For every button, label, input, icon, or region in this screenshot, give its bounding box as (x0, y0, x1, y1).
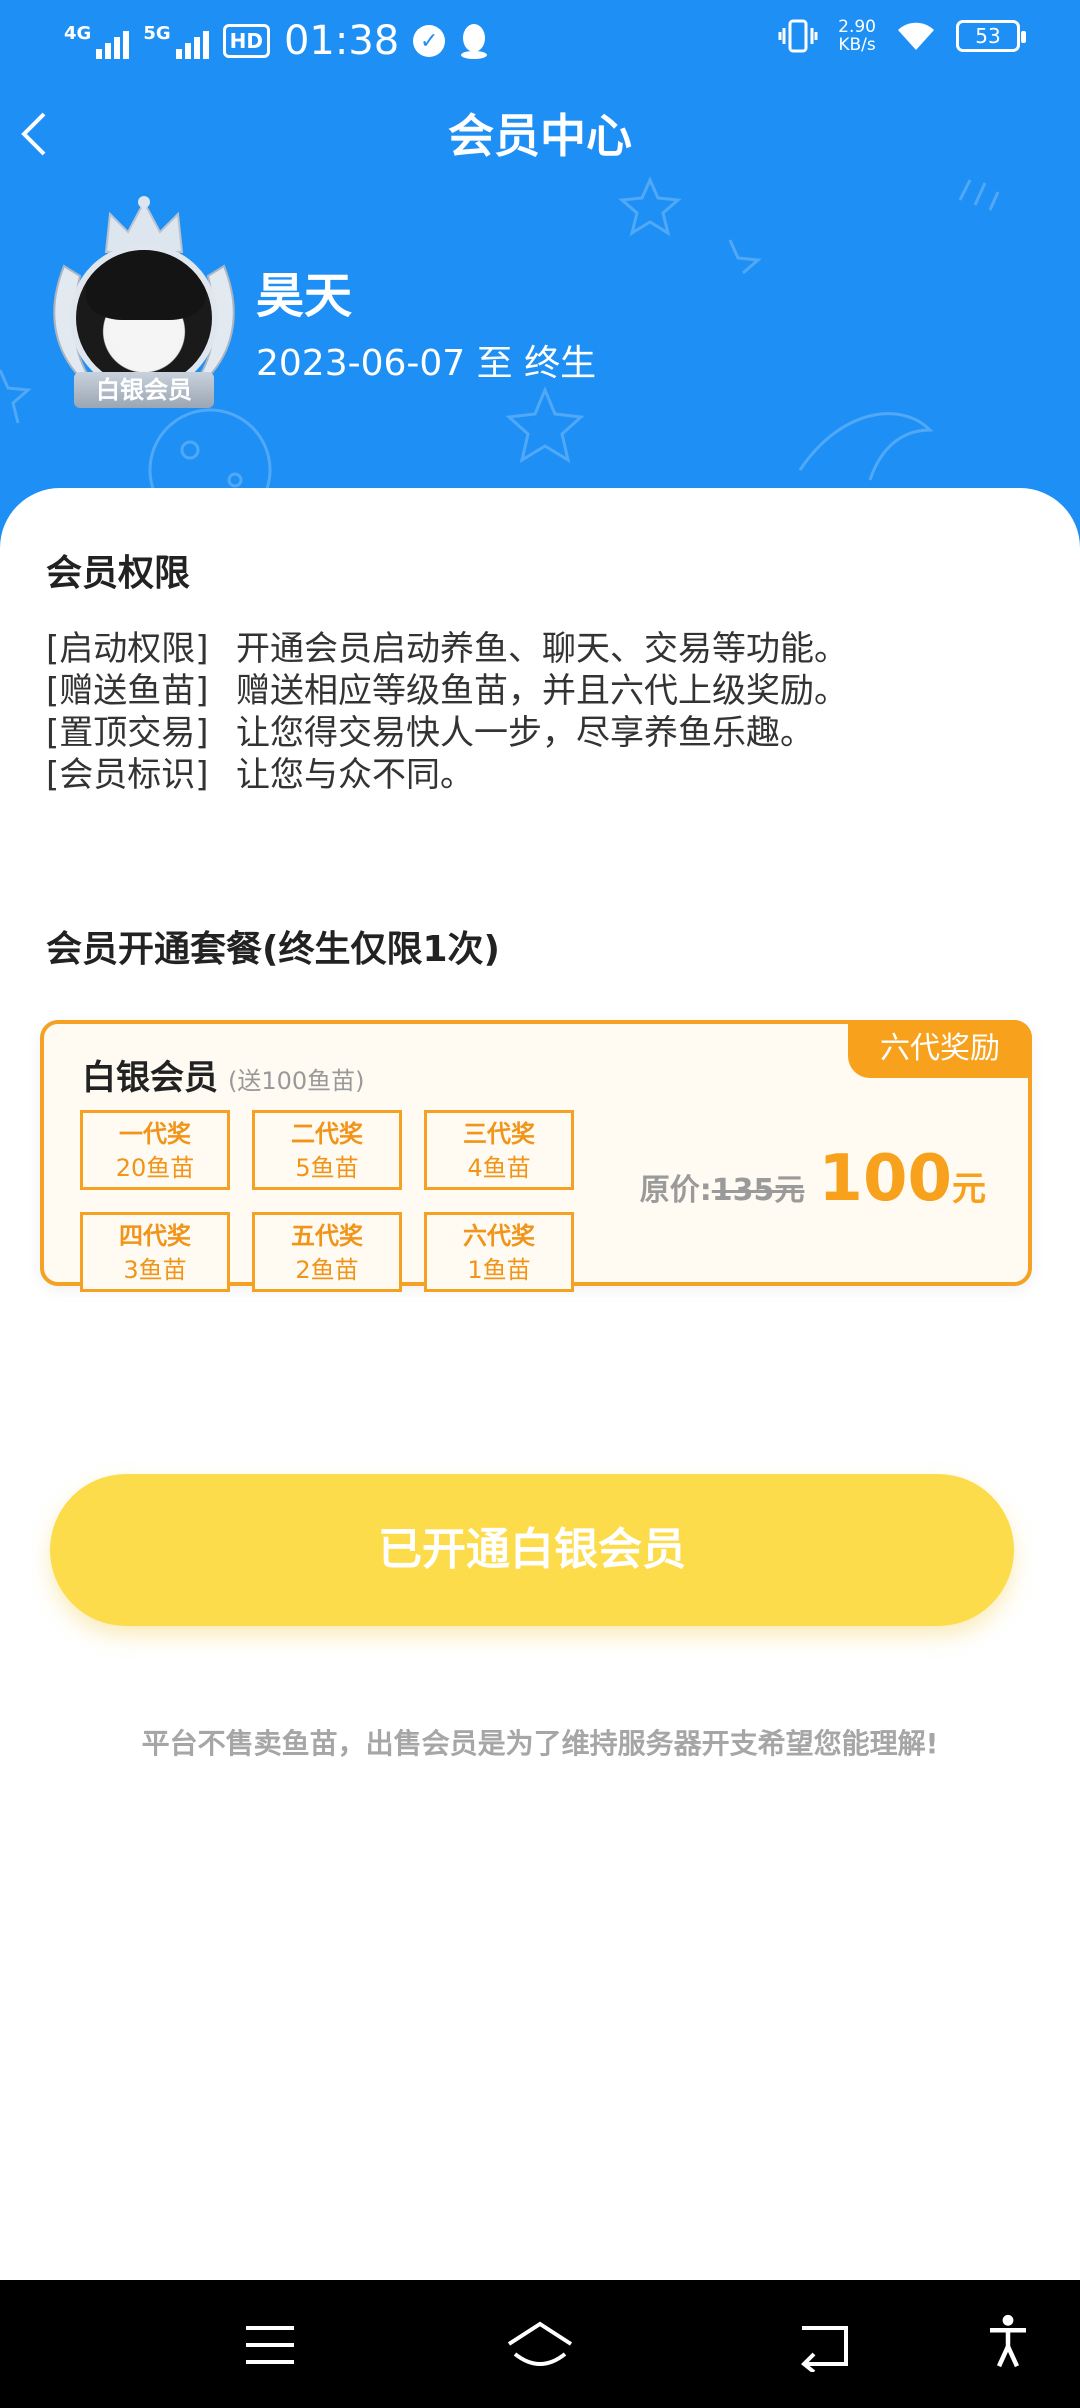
reward-gen: 五代奖 (291, 1222, 363, 1250)
status-bar: 4G 5G HD 01:38 ✓ 2.90 KB/s 53 (0, 0, 1080, 80)
rights-item-text: 开通会员启动养鱼、聊天、交易等功能。 (236, 629, 848, 669)
reward-amount: 1鱼苗 (467, 1256, 531, 1284)
package-card[interactable]: 六代奖励 白银会员 (送100鱼苗) 一代奖 20鱼苗 二代奖 5鱼苗 三代奖 4鱼苗 … (40, 1020, 1032, 1292)
network-speed: 2.90 KB/s (838, 18, 876, 54)
package-title: 会员开通套餐(终生仅限1次) (46, 929, 500, 970)
battery-icon: 53 (956, 20, 1026, 52)
wifi-icon (898, 22, 934, 50)
reward-gen: 二代奖 (291, 1120, 363, 1148)
status-time: 01:38 (283, 18, 400, 64)
reward-gen: 一代奖 (119, 1120, 191, 1148)
original-price: 135元 (711, 1173, 805, 1208)
speed-unit: KB/s (838, 35, 876, 55)
reward-item: 四代奖 3鱼苗 (80, 1212, 230, 1292)
reward-amount: 4鱼苗 (467, 1154, 531, 1182)
back-icon[interactable] (796, 2318, 856, 2372)
membership-validity: 2023-06-07 至 终生 (256, 343, 597, 384)
menu-icon[interactable] (240, 2318, 300, 2372)
speed-value: 2.90 (838, 17, 876, 37)
network-type-2-label: 5G (143, 23, 171, 44)
current-price: 100 (818, 1142, 952, 1216)
package-name: 白银会员 (82, 1058, 218, 1098)
package-note: (送100鱼苗) (228, 1067, 365, 1095)
rights-title: 会员权限 (46, 553, 191, 594)
rights-item-tag: [赠送鱼苗] (46, 671, 209, 711)
rights-item-tag: [会员标识] (46, 755, 209, 795)
rights-item: [置顶交易] 让您得交易快人一步，尽享养鱼乐趣。 (46, 712, 848, 754)
system-nav-bar (0, 2280, 1080, 2408)
network-type-label: 4G (64, 23, 92, 44)
activated-member-button[interactable]: 已开通白银会员 (50, 1474, 1014, 1626)
reward-grid: 一代奖 20鱼苗 二代奖 5鱼苗 三代奖 4鱼苗 四代奖 3鱼苗 五代奖 2鱼苗 六代奖 1… (80, 1110, 574, 1292)
home-icon[interactable] (505, 2318, 575, 2372)
rights-item-text: 让您得交易快人一步，尽享养鱼乐趣。 (236, 713, 814, 753)
rights-item-text: 赠送相应等级鱼苗，并且六代上级奖励。 (236, 671, 848, 711)
price-block: 原价: 135元 100 元 (640, 1142, 986, 1216)
original-price-label: 原价: (639, 1173, 712, 1208)
package-name-row: 白银会员 (送100鱼苗) (82, 1050, 365, 1099)
rights-item-text: 让您与众不同。 (236, 755, 474, 795)
content-card: 会员权限 [启动权限] 开通会员启动养鱼、聊天、交易等功能。 [赠送鱼苗] 赠送… (0, 488, 1080, 2280)
reward-amount: 2鱼苗 (295, 1256, 359, 1284)
cellular-signal-icon: 4G (64, 23, 130, 59)
avatar[interactable]: 白银会员 (44, 196, 244, 416)
reward-item: 六代奖 1鱼苗 (424, 1212, 574, 1292)
header-banner: 4G 5G HD 01:38 ✓ 2.90 KB/s 53 会员中心 白银会员 … (0, 0, 1080, 560)
reward-item: 五代奖 2鱼苗 (252, 1212, 402, 1292)
reward-item: 一代奖 20鱼苗 (80, 1110, 230, 1190)
footnote: 平台不售卖鱼苗，出售会员是为了维持服务器开支希望您能理解! (141, 1727, 939, 1760)
accessibility-icon[interactable] (986, 2314, 1030, 2368)
member-level-tag: 白银会员 (74, 372, 214, 408)
rights-item: [会员标识] 让您与众不同。 (46, 754, 848, 796)
battery-level: 53 (975, 24, 1001, 48)
qq-penguin-icon (461, 24, 488, 59)
reward-item: 三代奖 4鱼苗 (424, 1110, 574, 1190)
rights-list: [启动权限] 开通会员启动养鱼、聊天、交易等功能。 [赠送鱼苗] 赠送相应等级鱼… (46, 628, 848, 796)
avatar-image (70, 244, 218, 392)
cellular-signal-2-icon: 5G (143, 23, 209, 59)
reward-gen: 六代奖 (463, 1222, 535, 1250)
rights-item: [赠送鱼苗] 赠送相应等级鱼苗，并且六代上级奖励。 (46, 670, 848, 712)
reward-item: 二代奖 5鱼苗 (252, 1110, 402, 1190)
reward-amount: 20鱼苗 (115, 1154, 195, 1182)
six-gen-reward-badge: 六代奖励 (848, 1020, 1032, 1078)
price-unit: 元 (952, 1169, 986, 1209)
user-name: 昊天 (256, 268, 353, 324)
reward-gen: 四代奖 (119, 1222, 191, 1250)
rights-item: [启动权限] 开通会员启动养鱼、聊天、交易等功能。 (46, 628, 848, 670)
rights-item-tag: [置顶交易] (46, 713, 209, 753)
hd-voice-icon: HD (222, 24, 270, 58)
check-badge-icon: ✓ (413, 25, 446, 57)
vibrate-icon (778, 19, 818, 53)
rights-item-tag: [启动权限] (46, 629, 209, 669)
page-title: 会员中心 (448, 109, 632, 163)
reward-gen: 三代奖 (463, 1120, 535, 1148)
reward-amount: 3鱼苗 (123, 1256, 187, 1284)
reward-amount: 5鱼苗 (295, 1154, 359, 1182)
